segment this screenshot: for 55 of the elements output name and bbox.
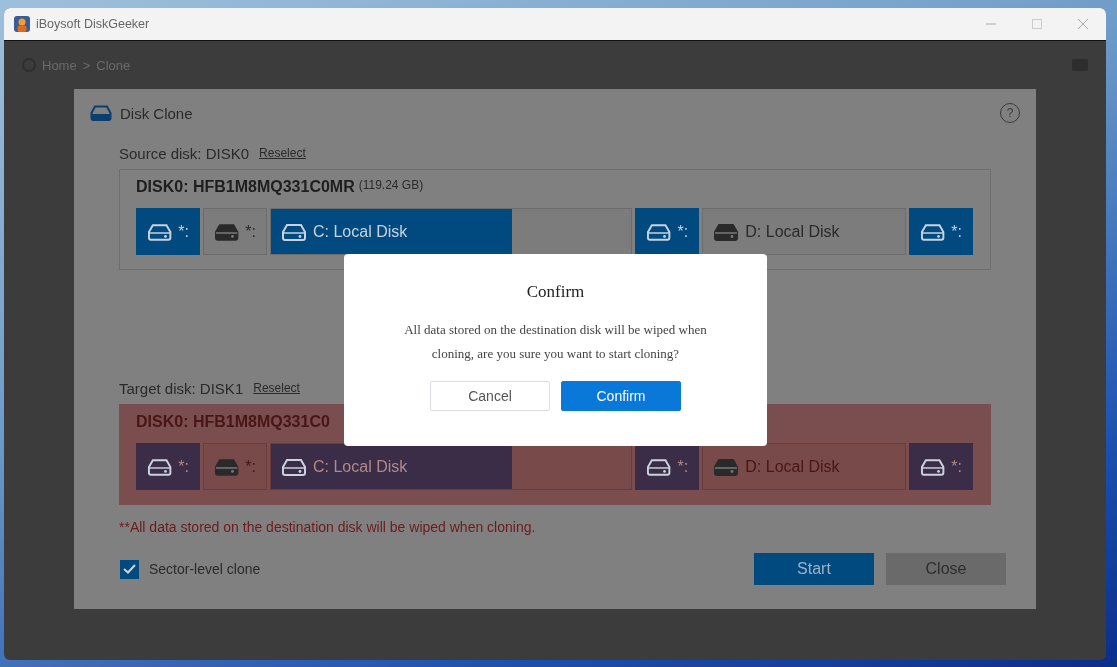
dialog-title: Disk Clone [120,104,194,122]
partition[interactable]: *: [635,443,700,490]
partition-label: *: [677,457,689,476]
confirm-button[interactable]: Confirm [561,381,681,411]
disk-name: DISK0: HFB1M8MQ331C0 [136,413,330,431]
drive-icon [281,222,307,241]
modal-title: Confirm [526,282,585,302]
drive-icon [147,222,173,241]
close-dialog-button[interactable]: Close [886,553,1006,585]
drive-icon [920,457,946,476]
drive-icon [214,457,240,476]
partition-label: *: [677,222,689,241]
reselect-link[interactable]: Reselect [259,146,306,160]
maximize-icon [1032,19,1042,29]
drive-icon [920,222,946,241]
drive-icon [281,457,307,476]
partition-label: C: Local Disk [313,222,408,241]
drive-icon [646,457,672,476]
partition-label: *: [951,222,962,241]
disk-label: Target disk: DISK1 [119,379,244,397]
partition[interactable]: *: [909,208,973,255]
drive-icon [147,457,173,476]
partition-label: *: [245,457,256,476]
app-logo [14,16,30,32]
cancel-button[interactable]: Cancel [430,381,550,411]
partition-label: D: Local Disk [745,222,840,241]
disk-label: Source disk: DISK0 [119,144,250,162]
reselect-link[interactable]: Reselect [253,381,300,395]
partition-label: C: Local Disk [313,457,408,476]
drive-icon [713,222,740,241]
start-button[interactable]: Start [754,553,874,585]
drive-icon [214,222,240,241]
breadcrumb-separator: > [82,57,91,73]
disk-name: DISK0: HFB1M8MQ331C0MR [136,178,355,196]
modal-message: All data stored on the destination disk will be wiped when cloning, are you sure you want to start cloning? [403,321,708,363]
partition-label: *: [178,222,189,241]
partition[interactable]: C: Local Disk [270,208,633,255]
disk-size: (119.24 GB) [358,178,424,192]
drive-icon [646,222,672,241]
close-icon [1078,19,1088,29]
checkbox-label: Sector-level clone [149,561,261,577]
partition-label: *: [245,222,256,241]
partition-label: *: [951,457,962,476]
drive-icon [713,457,740,476]
partition-label: *: [178,457,189,476]
warning-text: **All data stored on the destination disk will be wiped when cloning. [119,519,537,535]
partition[interactable]: C: Local Disk [270,443,633,490]
partition[interactable]: *: [203,208,267,255]
checkbox[interactable] [120,559,139,579]
partition[interactable]: *: [909,443,973,490]
partition[interactable]: *: [635,208,700,255]
partition[interactable]: D: Local Disk [702,208,906,255]
partition[interactable]: *: [136,208,200,255]
partition[interactable]: *: [136,443,200,490]
window-title: iBoysoft DiskGeeker [36,17,151,31]
